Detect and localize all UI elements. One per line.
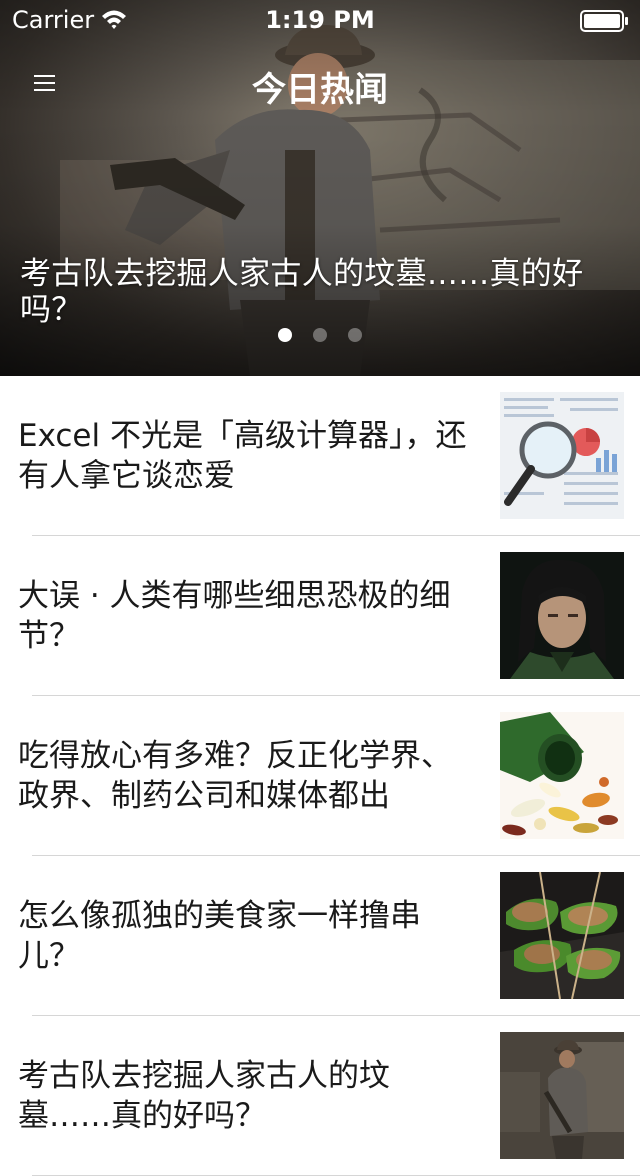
news-title: 大误 · 人类有哪些细思恐极的细节？	[18, 578, 451, 654]
page-indicator[interactable]	[0, 327, 640, 343]
pills-spilling-from-bottle-image	[500, 712, 624, 839]
hero-headline[interactable]: 考古队去挖掘人家古人的坟墓……真的好吗？	[20, 256, 632, 328]
page-dot-3[interactable]	[348, 328, 363, 342]
battery-icon	[580, 10, 628, 32]
spreadsheet-magnifier-image	[500, 392, 624, 519]
news-item[interactable]: 吃得放心有多难？反正化学界、政界、制药公司和媒体都出	[0, 696, 640, 856]
archaeologist-in-tomb-image	[500, 1032, 624, 1159]
news-thumbnail	[500, 1032, 624, 1159]
news-thumbnail	[500, 392, 624, 519]
news-title: 吃得放心有多难？反正化学界、政界、制药公司和媒体都出	[18, 738, 452, 814]
page-dot-2[interactable]	[313, 328, 327, 342]
clock-label: 1:19 PM	[265, 6, 375, 34]
news-thumbnail	[500, 712, 624, 839]
navigation-bar: 今日热闻	[0, 40, 640, 128]
news-title: 怎么像孤独的美食家一样撸串儿？	[18, 898, 421, 974]
news-thumbnail	[500, 872, 624, 999]
hero-banner[interactable]: Carrier 1:19 PM 今日热闻 考古队去挖掘人家古人的坟墓……真的好吗…	[0, 0, 640, 376]
news-title: Excel 不光是「高级计算器」，还有人拿它谈恋爱	[18, 418, 467, 494]
grilled-peppers-skewers-image	[500, 872, 624, 999]
status-bar: Carrier 1:19 PM	[0, 0, 640, 40]
news-thumbnail	[500, 552, 624, 679]
news-item[interactable]: 考古队去挖掘人家古人的坟墓……真的好吗？	[0, 1016, 640, 1176]
news-item[interactable]: 怎么像孤独的美食家一样撸串儿？	[0, 856, 640, 1016]
page-dot-1[interactable]	[277, 328, 292, 342]
news-item[interactable]: 大误 · 人类有哪些细思恐极的细节？	[0, 536, 640, 696]
page-title: 今日热闻	[252, 70, 388, 110]
news-item[interactable]: Excel 不光是「高级计算器」，还有人拿它谈恋爱	[0, 376, 640, 536]
news-title: 考古队去挖掘人家古人的坟墓……真的好吗？	[18, 1058, 390, 1134]
dark-haired-man-portrait-image	[500, 552, 624, 679]
news-list: Excel 不光是「高级计算器」，还有人拿它谈恋爱 大误 · 人类有哪些细思恐极…	[0, 376, 640, 1176]
